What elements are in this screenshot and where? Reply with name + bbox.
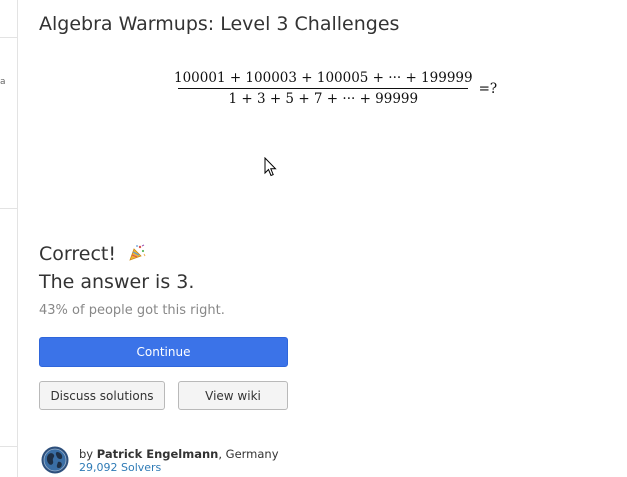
globe-avatar-icon[interactable] — [41, 446, 69, 474]
left-sidebar: a — [0, 0, 18, 477]
mouse-cursor-icon — [264, 157, 277, 177]
sidebar-peek-text: a — [0, 77, 6, 87]
equation-rhs: =? — [478, 80, 498, 97]
solvers-count-link[interactable]: 29,092 Solvers — [79, 461, 161, 474]
equation-fraction: 100001 + 100003 + 100005 + ··· + 199999 … — [174, 70, 473, 107]
sidebar-divider — [0, 446, 17, 447]
problem-title: Algebra Warmups: Level 3 Challenges — [39, 13, 400, 35]
result-status-text: Correct! — [39, 243, 116, 265]
discuss-solutions-button[interactable]: Discuss solutions — [39, 381, 165, 410]
author-name-link[interactable]: Patrick Engelmann — [97, 447, 219, 461]
continue-button[interactable]: Continue — [39, 337, 288, 367]
author-location: , Germany — [218, 447, 279, 461]
success-rate-text: 43% of people got this right. — [39, 303, 225, 318]
equation-numerator: 100001 + 100003 + 100005 + ··· + 199999 — [174, 70, 473, 86]
author-byline: by Patrick Engelmann, Germany — [79, 447, 279, 461]
sidebar-divider — [0, 208, 17, 209]
view-wiki-button[interactable]: View wiki — [178, 381, 288, 410]
fraction-bar — [178, 88, 469, 89]
sidebar-divider — [0, 37, 17, 38]
byline-prefix: by — [79, 447, 94, 461]
result-status: Correct! — [39, 243, 146, 265]
party-popper-icon — [129, 244, 146, 261]
answer-text: The answer is 3. — [39, 271, 195, 293]
equation-denominator: 1 + 3 + 5 + 7 + ··· + 99999 — [228, 91, 419, 107]
problem-equation: 100001 + 100003 + 100005 + ··· + 199999 … — [174, 70, 497, 107]
